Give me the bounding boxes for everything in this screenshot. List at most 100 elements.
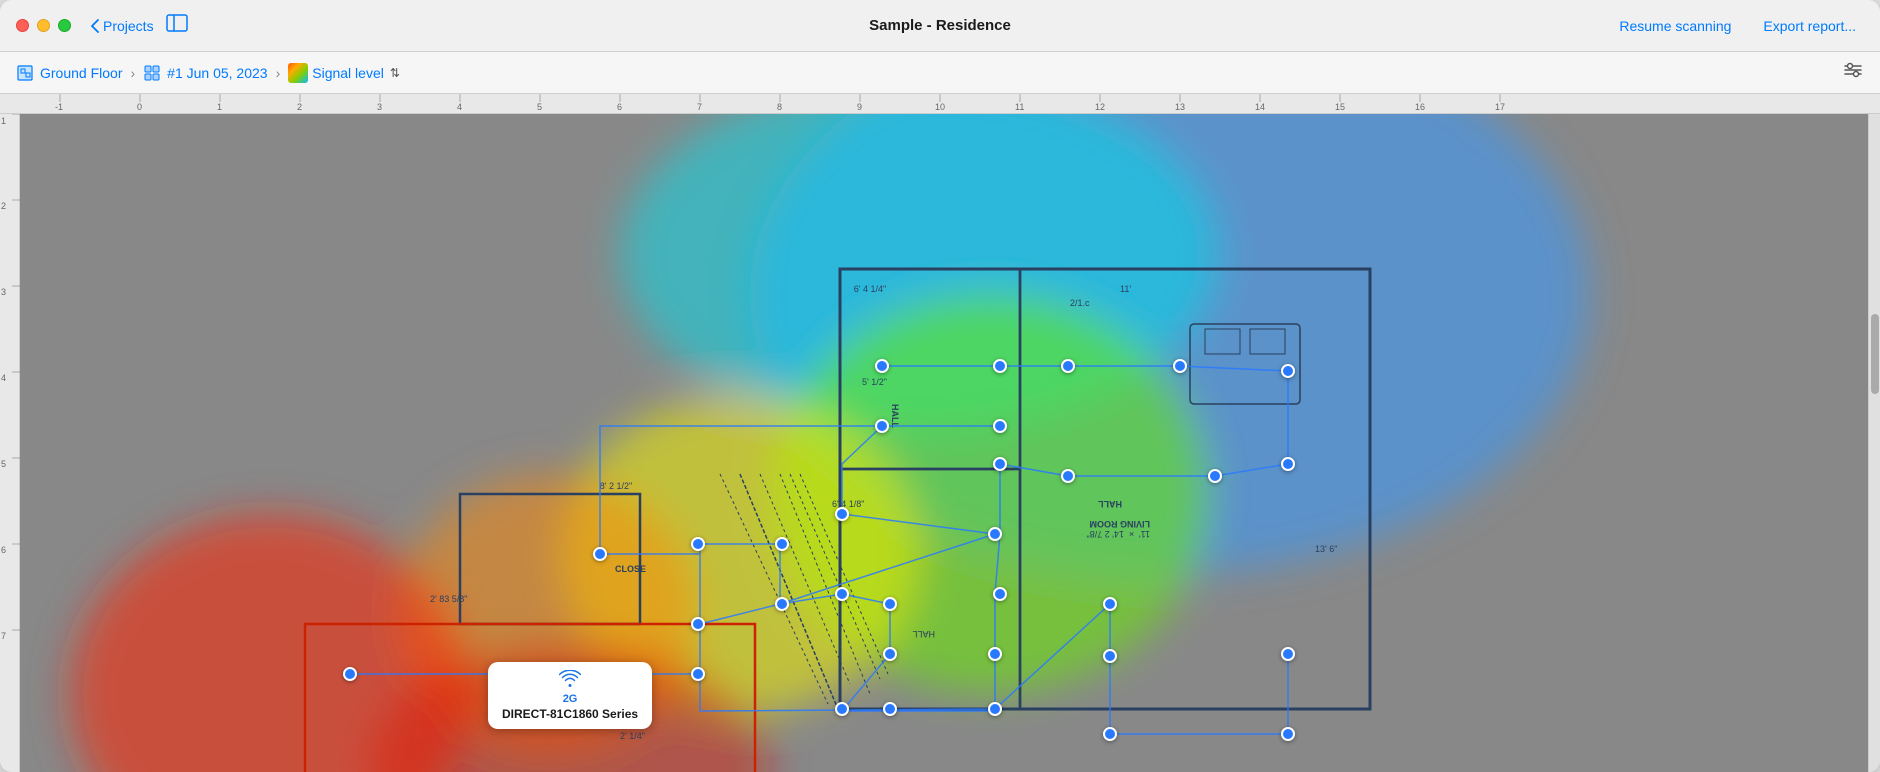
svg-text:11: 11 — [1015, 102, 1024, 112]
traffic-lights — [16, 19, 71, 32]
band-label: 2G — [502, 693, 638, 705]
signal-level-arrows: ⇅ — [390, 66, 400, 80]
scan-point[interactable] — [875, 419, 889, 433]
scan-point[interactable] — [835, 702, 849, 716]
breadcrumb-sep-2: › — [276, 65, 281, 81]
scan-point[interactable] — [691, 617, 705, 631]
svg-text:5: 5 — [1, 459, 6, 469]
vertical-scrollbar[interactable] — [1868, 114, 1880, 772]
scan-point[interactable] — [1281, 364, 1295, 378]
svg-text:HALL: HALL — [890, 404, 900, 428]
grid-icon — [143, 64, 161, 82]
scan-point[interactable] — [883, 597, 897, 611]
scan-point[interactable] — [1281, 727, 1295, 741]
breadcrumb-ground-floor[interactable]: Ground Floor — [16, 64, 122, 82]
svg-text:HALL: HALL — [912, 629, 935, 639]
signal-level-label: Signal level — [312, 65, 384, 81]
scan-point[interactable] — [993, 359, 1007, 373]
titlebar-actions: Resume scanning Export report... — [1611, 12, 1864, 40]
scan-point[interactable] — [691, 537, 705, 551]
svg-text:8: 8 — [777, 102, 782, 112]
back-label: Projects — [103, 18, 154, 34]
svg-text:6: 6 — [617, 102, 622, 112]
scan-point[interactable] — [993, 457, 1007, 471]
svg-text:6: 6 — [1, 545, 6, 555]
svg-text:-1: -1 — [55, 102, 63, 112]
scan-point[interactable] — [775, 537, 789, 551]
scan-point[interactable] — [835, 587, 849, 601]
scan-point[interactable] — [1103, 649, 1117, 663]
scan-point[interactable] — [691, 667, 705, 681]
svg-text:4: 4 — [1, 373, 6, 383]
minimize-button[interactable] — [37, 19, 50, 32]
scan-point[interactable] — [1281, 457, 1295, 471]
scan-point[interactable] — [988, 702, 1002, 716]
svg-text:15: 15 — [1335, 102, 1345, 112]
svg-text:HALL: HALL — [1098, 499, 1122, 509]
svg-text:2/1.c: 2/1.c — [1070, 298, 1090, 308]
wifi-icon — [502, 670, 638, 693]
resume-scanning-button[interactable]: Resume scanning — [1611, 12, 1739, 40]
svg-text:10: 10 — [935, 102, 945, 112]
scan-point[interactable] — [1061, 469, 1075, 483]
scan-point[interactable] — [993, 419, 1007, 433]
svg-text:17: 17 — [1495, 102, 1505, 112]
scan-point[interactable] — [883, 647, 897, 661]
scan-point[interactable] — [1061, 359, 1075, 373]
scan-point[interactable] — [343, 667, 357, 681]
vertical-ruler: 1 2 3 4 5 6 7 — [0, 114, 20, 772]
scan-point[interactable] — [1208, 469, 1222, 483]
svg-text:2' 83 5/8": 2' 83 5/8" — [430, 594, 467, 604]
breadcrumb-scan-date[interactable]: #1 Jun 05, 2023 — [143, 64, 267, 82]
scan-point[interactable] — [993, 587, 1007, 601]
signal-level-icon — [288, 63, 308, 83]
sidebar-toggle-button[interactable] — [166, 14, 188, 37]
scan-point[interactable] — [1281, 647, 1295, 661]
scan-point[interactable] — [883, 702, 897, 716]
breadcrumb-sep-1: › — [130, 65, 135, 81]
scan-point[interactable] — [1103, 727, 1117, 741]
window-title: Sample - Residence — [869, 17, 1011, 34]
canvas-area[interactable]: 6' 4 1/4" 2/1.c 11' 5' 1/2" 6' 4 1/8" 8'… — [20, 114, 1868, 772]
svg-text:4: 4 — [457, 102, 462, 112]
scan-point[interactable] — [988, 647, 1002, 661]
device-name: DIRECT-81C1860 Series — [502, 707, 638, 721]
svg-text:2: 2 — [297, 102, 302, 112]
svg-text:2' 1/4": 2' 1/4" — [620, 731, 645, 741]
svg-text:7: 7 — [1, 631, 6, 641]
scrollbar-thumb[interactable] — [1871, 314, 1879, 394]
titlebar: Projects Sample - Residence Resume scann… — [0, 0, 1880, 52]
svg-text:2: 2 — [1, 201, 6, 211]
scan-point[interactable] — [593, 547, 607, 561]
scan-point[interactable] — [835, 507, 849, 521]
scan-date-label: #1 Jun 05, 2023 — [167, 65, 267, 81]
svg-text:5: 5 — [537, 102, 542, 112]
svg-text:12: 12 — [1095, 102, 1105, 112]
svg-text:9: 9 — [857, 102, 862, 112]
back-projects-button[interactable]: Projects — [91, 18, 154, 34]
scan-point[interactable] — [875, 359, 889, 373]
svg-text:LIVING ROOM: LIVING ROOM — [1090, 519, 1151, 529]
svg-text:CLOSE: CLOSE — [615, 564, 646, 574]
main-content: 1 2 3 4 5 6 7 — [0, 114, 1880, 772]
scan-point[interactable] — [775, 597, 789, 611]
svg-text:16: 16 — [1415, 102, 1425, 112]
fullscreen-button[interactable] — [58, 19, 71, 32]
scan-point[interactable] — [1173, 359, 1187, 373]
export-report-button[interactable]: Export report... — [1755, 12, 1864, 40]
horizontal-ruler: -1 0 1 2 3 4 5 6 7 8 9 10 11 12 — [0, 94, 1880, 114]
wifi-device-card[interactable]: 2G DIRECT-81C1860 Series — [488, 662, 652, 729]
svg-text:11' × 14' 2 7/8": 11' × 14' 2 7/8" — [1086, 529, 1150, 539]
breadcrumb-bar: Ground Floor › #1 Jun 05, 2023 › Signal … — [0, 52, 1880, 94]
svg-text:14: 14 — [1255, 102, 1265, 112]
svg-text:1: 1 — [217, 102, 222, 112]
close-button[interactable] — [16, 19, 29, 32]
settings-button[interactable] — [1842, 59, 1864, 87]
svg-text:8' 2 1/2": 8' 2 1/2" — [600, 481, 632, 491]
svg-text:3: 3 — [1, 287, 6, 297]
scan-point[interactable] — [1103, 597, 1117, 611]
breadcrumb-signal-level[interactable]: Signal level ⇅ — [288, 63, 400, 83]
svg-text:1: 1 — [1, 116, 6, 126]
ground-floor-label: Ground Floor — [40, 65, 122, 81]
scan-point[interactable] — [988, 527, 1002, 541]
